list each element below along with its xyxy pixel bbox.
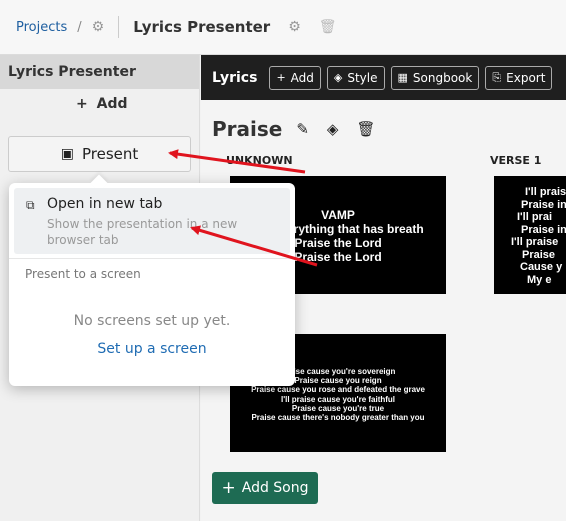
songbook-icon: ▦ xyxy=(397,71,408,84)
toolbar-add-label: Add xyxy=(290,70,314,85)
slide-card[interactable]: I'll praise Praise in I'll prai Praise i… xyxy=(494,176,566,294)
paint-bucket-icon: ◈ xyxy=(333,71,343,84)
paint-bucket-icon[interactable]: ◈ xyxy=(327,120,339,138)
toolbar-songbook-button[interactable]: ▦ Songbook xyxy=(390,65,480,90)
toolbar-title: Lyrics xyxy=(212,69,258,86)
slide-line: Praise cause there's nobody greater than… xyxy=(251,413,425,423)
divider xyxy=(9,258,295,259)
sidebar-add-button[interactable]: + Add xyxy=(76,96,128,112)
add-song-label: Add Song xyxy=(241,480,309,496)
present-label: Present xyxy=(81,145,139,163)
trash-icon[interactable]: 🗑 xyxy=(356,120,375,138)
export-icon: ⎘ xyxy=(492,70,502,84)
project-title: Lyrics Presenter xyxy=(133,18,271,36)
section-label-unknown: UNKNOWN xyxy=(226,154,293,167)
delete-project-trash-icon[interactable]: 🗑 xyxy=(319,19,337,35)
slide-line: Cause y xyxy=(520,261,563,273)
open-in-new-tab-label: Open in new tab xyxy=(47,196,163,212)
open-in-new-tab-option[interactable]: ⧉ Open in new tab Show the presentation … xyxy=(14,188,290,254)
slide-line: Praise cause you rose and defeated the g… xyxy=(251,385,425,395)
set-up-screen-link[interactable]: Set up a screen xyxy=(9,341,295,357)
breadcrumb-separator: / xyxy=(77,19,82,35)
toolbar-export-label: Export xyxy=(506,70,546,85)
open-in-new-tab-description: Show the presentation in a new browser t… xyxy=(47,217,238,247)
add-label: Add xyxy=(96,96,128,112)
slide-line: I'll praise cause you're faithful xyxy=(280,394,396,404)
slide-line: Praise cause you're true xyxy=(291,403,385,413)
no-screens-message: No screens set up yet. xyxy=(73,313,231,329)
toolbar-style-button[interactable]: ◈ Style xyxy=(326,65,385,90)
add-song-button[interactable]: + Add Song xyxy=(212,472,318,504)
present-button[interactable]: ▣ Present xyxy=(8,136,191,172)
plus-icon: + xyxy=(221,478,236,498)
edit-pencil-icon[interactable]: ✎ xyxy=(296,120,309,138)
plus-icon: + xyxy=(76,96,88,112)
external-link-icon: ⧉ xyxy=(26,198,35,212)
plus-icon: + xyxy=(276,71,286,84)
breadcrumb-projects-link[interactable]: Projects xyxy=(16,20,67,35)
slide-line: I'll prai xyxy=(517,211,553,223)
divider xyxy=(118,16,120,38)
slide-line: I'll praise xyxy=(525,186,566,198)
toolbar-style-label: Style xyxy=(347,70,378,85)
present-popover: ⧉ Open in new tab Show the presentation … xyxy=(9,174,295,386)
toolbar-songbook-label: Songbook xyxy=(412,70,473,85)
toolbar-export-button[interactable]: ⎘ Export xyxy=(485,65,553,90)
toolbar-add-button[interactable]: + Add xyxy=(269,65,321,90)
song-header: Praise ✎ ◈ 🗑 xyxy=(212,117,394,141)
lyrics-toolbar: Lyrics + Add ◈ Style ▦ Songbook ⎘ Export xyxy=(201,55,566,100)
gear-icon[interactable]: ⚙ xyxy=(92,19,105,35)
song-title: Praise xyxy=(212,117,283,141)
slide-line: I'll praise xyxy=(511,236,559,248)
top-bar: Projects / ⚙ Lyrics Presenter ⚙ 🗑 xyxy=(0,0,566,55)
slide-line: Praise in xyxy=(521,223,566,236)
slide-line: Praise in xyxy=(521,198,566,211)
project-settings-gear-icon[interactable]: ⚙ xyxy=(288,19,301,35)
present-to-screen-heading: Present to a screen xyxy=(25,267,141,281)
present-icon: ▣ xyxy=(60,146,74,162)
slide-line: Praise xyxy=(522,248,556,261)
sidebar-title: Lyrics Presenter xyxy=(0,55,199,89)
section-label-verse-1: VERSE 1 xyxy=(490,154,542,167)
slide-line: My e xyxy=(527,273,552,286)
